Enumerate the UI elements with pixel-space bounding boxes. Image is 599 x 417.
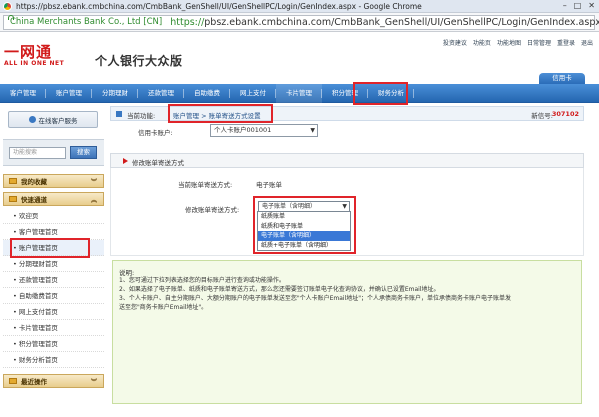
logo-cn-text: 一网通 xyxy=(4,43,53,61)
quick-access-section[interactable]: 快速通道 ︽ xyxy=(3,192,104,206)
highlight-box-nav xyxy=(353,82,408,105)
close-icon[interactable]: ✕ xyxy=(588,1,595,10)
account-select[interactable]: 个人卡账户001001 ▼ xyxy=(210,124,318,137)
window-controls: – □ ✕ xyxy=(563,1,595,10)
function-search-panel: 功能搜索 搜索 xyxy=(3,139,104,166)
url-text[interactable]: pbsz.ebank.cmbchina.com/CmbBank_GenShell… xyxy=(204,17,599,28)
top-link-daily-manage[interactable]: 日常管理 xyxy=(527,38,551,47)
account-select-value: 个人卡账户001001 xyxy=(214,126,272,134)
instructions-box: 说明: 1、您可通过下拉列表选择您的目标账户进行查询或功能操作。 2、如果选择了… xyxy=(112,260,582,404)
chevron-down-icon[interactable]: ▼ xyxy=(310,125,315,136)
account-label: 信用卡账户: xyxy=(138,129,173,137)
arrow-right-icon xyxy=(123,158,128,164)
nav-account-manage[interactable]: 账户管理 xyxy=(46,84,92,103)
search-button[interactable]: 搜索 xyxy=(70,146,97,159)
current-method-value: 电子账单 xyxy=(256,181,282,189)
sidebar-item-self-payment[interactable]: • 自助缴费首页 xyxy=(3,288,104,304)
recent-ops-label: 最近操作 xyxy=(21,378,47,386)
instruction-line-1: 1、您可通过下拉列表选择您的目标账户进行查询或功能操作。 xyxy=(119,277,285,284)
bank-title: 个人银行大众版 xyxy=(95,54,183,68)
folder-icon xyxy=(9,196,17,202)
instructions-title: 说明: xyxy=(119,269,135,277)
nav-card-manage[interactable]: 卡片管理 xyxy=(276,83,322,103)
highlight-box-sidebar xyxy=(10,238,90,258)
top-links: 投资建议 功能页 功能地图 日常管理 重登录 退出 xyxy=(443,38,593,47)
modify-form: 当前账单寄送方式: 电子账单 修改账单寄送方式: 电子账单（含明细） ▼ 纸质账… xyxy=(110,168,584,256)
instruction-line-2: 2、如果选择了电子账单、纸质和电子账单寄送方式，那么您还需要签订账单电子化查询协… xyxy=(119,286,440,293)
chevron-up-icon[interactable]: ︽ xyxy=(91,195,97,204)
top-link-logout[interactable]: 退出 xyxy=(581,38,593,47)
highlight-box-breadcrumb xyxy=(168,104,273,123)
sidebar-item-points[interactable]: • 积分管理首页 xyxy=(3,336,104,352)
highlight-box-dropdown xyxy=(253,196,356,254)
credit-card-tab[interactable]: 信用卡 xyxy=(539,73,585,84)
instruction-line-3: 3、个人卡账户、自主分期账户、大额分期账户的电子账单发送至您"个人卡账户Emai… xyxy=(119,295,511,302)
quick-access-label: 快速通道 xyxy=(21,196,47,204)
nav-repayment[interactable]: 还款管理 xyxy=(138,84,184,103)
folder-icon xyxy=(9,178,17,184)
nav-self-payment[interactable]: 自助缴费 xyxy=(184,84,230,103)
sidebar-item-welcome[interactable]: • 欢迎页 xyxy=(3,208,104,224)
sidebar-item-card[interactable]: • 卡片管理首页 xyxy=(3,320,104,336)
top-link-function-map[interactable]: 功能地图 xyxy=(497,38,521,47)
logo-en-text: ALL IN ONE NET xyxy=(4,60,65,67)
url-field[interactable]: China Merchants Bank Co., Ltd [CN] https… xyxy=(3,14,599,30)
sidebar-item-repayment[interactable]: • 还款管理首页 xyxy=(3,272,104,288)
nav-customer-manage[interactable]: 客户管理 xyxy=(0,84,46,103)
minimize-icon[interactable]: – xyxy=(563,1,567,10)
top-link-advice[interactable]: 投资建议 xyxy=(443,38,467,47)
signal-value: 307102 xyxy=(551,110,579,118)
browser-title-bar: https://pbsz.ebank.cmbchina.com/CmbBank_… xyxy=(0,0,599,13)
modify-method-label: 修改账单寄送方式: xyxy=(185,206,240,214)
url-protocol[interactable]: https:// xyxy=(170,17,204,28)
online-service-label: 在线客户服务 xyxy=(38,116,78,125)
sidebar-item-installment[interactable]: • 分期理财首页 xyxy=(3,256,104,272)
sidebar-item-finance[interactable]: • 财务分析首页 xyxy=(3,352,104,368)
person-icon xyxy=(28,116,36,123)
folder-icon xyxy=(9,378,17,384)
main-nav: 客户管理 账户管理 分期理财 还款管理 自助缴费 网上支付 卡片管理 积分管理 … xyxy=(0,83,599,103)
account-row: 信用卡账户: 个人卡账户001001 ▼ xyxy=(110,123,584,139)
chrome-icon xyxy=(3,1,12,11)
breadcrumb-label: 当前功能: xyxy=(127,112,156,120)
chevron-down-icon[interactable]: ︾ xyxy=(91,377,97,386)
section-title: 修改账单寄送方式 xyxy=(132,159,184,167)
sidebar-item-online-payment[interactable]: • 网上支付首页 xyxy=(3,304,104,320)
recent-ops-section[interactable]: 最近操作 ︾ xyxy=(3,374,104,388)
breadcrumb-icon xyxy=(116,111,122,117)
top-link-function-page[interactable]: 功能页 xyxy=(473,38,491,47)
signal-label: 新信号: xyxy=(531,112,553,120)
main-content: 当前功能: 账户管理 > 账单寄送方式设置 新信号: 307102 信用卡账户:… xyxy=(110,104,584,417)
favorites-section[interactable]: 我的收藏 ︾ xyxy=(3,174,104,188)
favorites-label: 我的收藏 xyxy=(21,178,47,186)
nav-installment[interactable]: 分期理财 xyxy=(92,84,138,103)
nav-online-payment[interactable]: 网上支付 xyxy=(230,84,276,103)
section-header: 修改账单寄送方式 xyxy=(110,153,584,168)
current-method-label: 当前账单寄送方式: xyxy=(178,181,233,189)
chevron-down-icon[interactable]: ︾ xyxy=(91,177,97,186)
top-link-relogin[interactable]: 重登录 xyxy=(557,38,575,47)
maximize-icon[interactable]: □ xyxy=(574,1,582,10)
window-title: https://pbsz.ebank.cmbchina.com/CmbBank_… xyxy=(16,1,422,11)
instruction-line-4: 送至您"商务卡账户Email地址"。 xyxy=(119,304,208,311)
function-search-input[interactable]: 功能搜索 xyxy=(9,147,66,159)
online-service-button[interactable]: 在线客户服务 xyxy=(8,111,98,128)
bank-header: 一网通 ALL IN ONE NET 个人银行大众版 投资建议 功能页 功能地图… xyxy=(0,32,599,84)
certificate-name[interactable]: China Merchants Bank Co., Ltd [CN] xyxy=(10,17,162,27)
bank-logo[interactable]: 一网通 ALL IN ONE NET xyxy=(4,44,82,72)
sidebar: 在线客户服务 功能搜索 搜索 我的收藏 ︾ 快速通道 ︽ • 欢迎页 • 客户管… xyxy=(3,104,104,417)
address-bar: China Merchants Bank Co., Ltd [CN] https… xyxy=(0,13,599,32)
